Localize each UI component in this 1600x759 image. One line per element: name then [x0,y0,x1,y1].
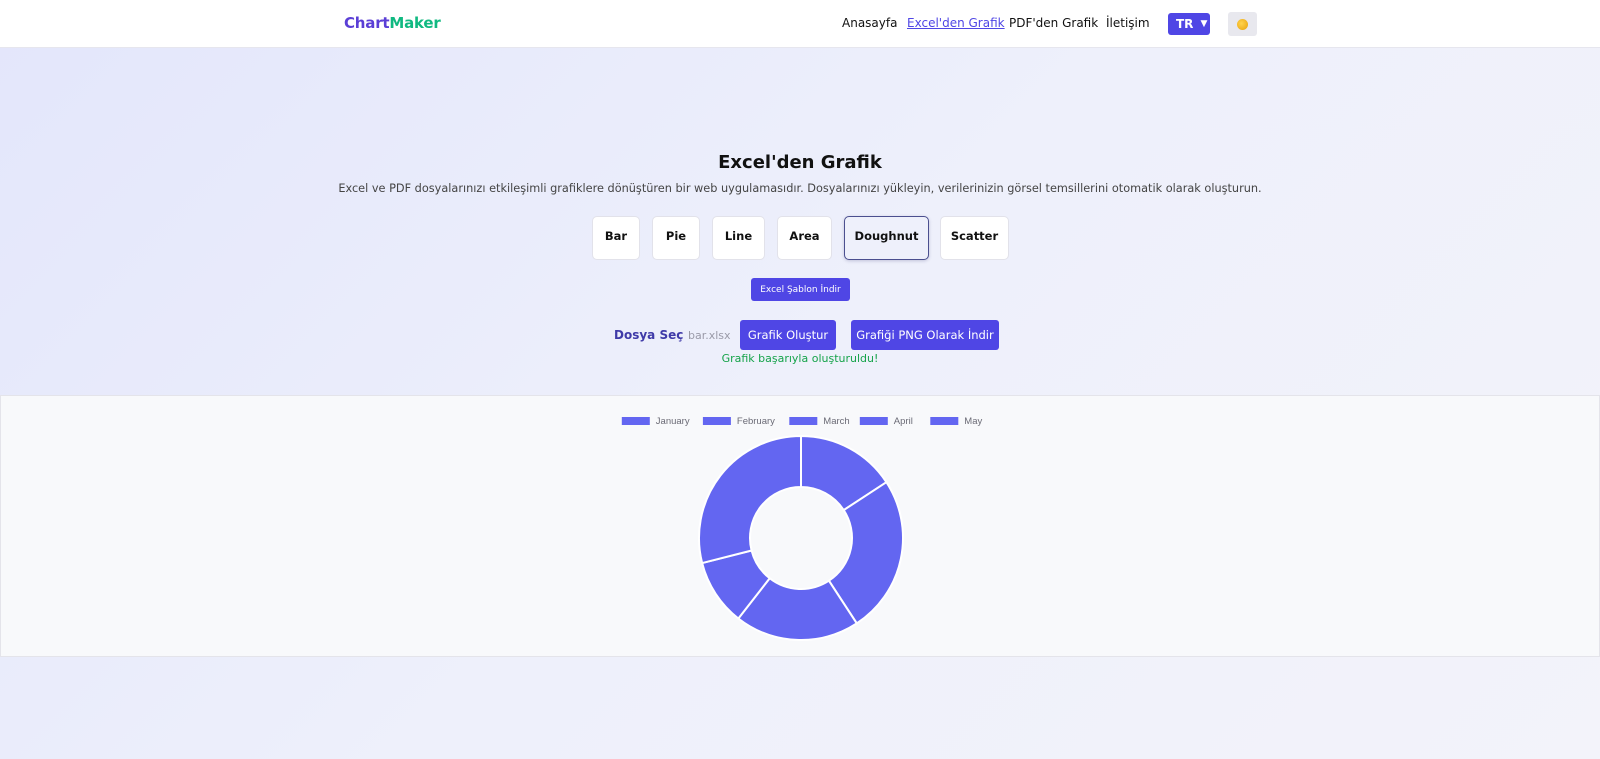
choose-file-button[interactable]: Dosya Seç [614,328,683,342]
legend-swatch [789,417,818,425]
success-message: Grafik başarıyla oluşturuldu! [721,352,879,365]
file-upload-row: Dosya Seç bar.xlsx Grafik Oluştur Grafiğ… [0,320,1600,350]
nav-link-home[interactable]: Anasayfa [842,16,897,30]
theme-toggle-button[interactable] [1228,12,1257,36]
sun-icon [1237,18,1248,30]
legend-label: March [823,416,849,427]
language-value: TR [1176,17,1194,31]
brand-text-maker: Maker [389,14,441,32]
nav-link-pdf-chart[interactable]: PDF'den Grafik [1009,16,1098,30]
chart-type-area-button[interactable]: Area [777,216,832,260]
chart-type-bar-button[interactable]: Bar [592,216,640,260]
legend-item[interactable]: February [702,416,775,427]
brand-text-chart: Chart [344,14,390,32]
legend-item[interactable]: March [789,416,850,427]
chart-type-pie-button[interactable]: Pie [652,216,700,260]
chart-type-selector: Bar Pie Line Area Doughnut Scatter [0,216,1600,260]
nav-link-excel-chart[interactable]: Excel'den Grafik [907,16,1005,30]
legend-swatch [702,417,731,425]
legend-label: January [656,416,690,427]
chart-type-doughnut-button[interactable]: Doughnut [844,216,929,260]
chevron-down-icon: ▼ [1200,19,1208,29]
doughnut-chart: January February March April May [621,416,982,641]
doughnut-slice-may[interactable] [698,434,802,565]
language-select[interactable]: TR ▼ [1168,13,1210,35]
download-template-button[interactable]: Excel Şablon İndir [751,278,850,301]
legend-item[interactable]: April [859,416,913,427]
page-title: Excel'den Grafik [718,152,882,173]
selected-file-name: bar.xlsx [688,329,731,342]
legend-label: February [737,416,775,427]
brand-logo[interactable]: ChartMaker [344,14,441,32]
legend-swatch [621,417,650,425]
legend-swatch [859,417,888,425]
legend-label: May [964,416,982,427]
legend-label: April [894,416,913,427]
legend-item[interactable]: January [621,416,690,427]
top-navbar: ChartMaker Anasayfa Excel'den Grafik PDF… [0,0,1600,48]
legend-item[interactable]: May [930,416,982,427]
create-chart-button[interactable]: Grafik Oluştur [740,320,836,350]
page-description: Excel ve PDF dosyalarınızı etkileşimli g… [338,182,1262,195]
legend-swatch [930,417,959,425]
chart-type-scatter-button[interactable]: Scatter [940,216,1009,260]
nav-link-contact[interactable]: İletişim [1106,16,1150,30]
download-png-button[interactable]: Grafiği PNG Olarak İndir [851,320,999,350]
chart-canvas-area: January February March April May [0,395,1600,657]
chart-type-line-button[interactable]: Line [712,216,765,260]
